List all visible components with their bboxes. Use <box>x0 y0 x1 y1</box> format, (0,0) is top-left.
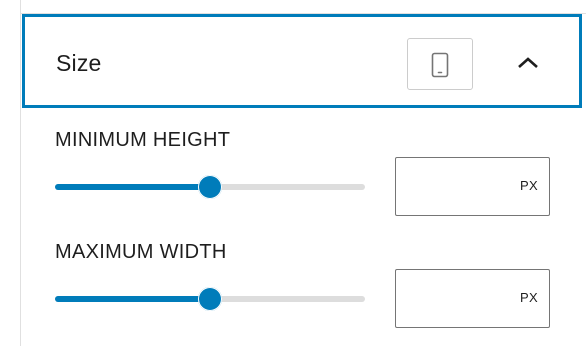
previous-panel-edge <box>21 0 586 14</box>
minimum-height-input[interactable] <box>404 158 504 215</box>
block-settings-panel: Size MINIMUM HEIGHT PX MAXIMUM WIDTH PX <box>0 0 586 346</box>
slider-track <box>55 296 210 302</box>
maximum-width-label: MAXIMUM WIDTH <box>55 241 227 263</box>
minimum-height-field[interactable]: PX <box>395 157 550 216</box>
maximum-width-field[interactable]: PX <box>395 269 550 328</box>
panel-title: Size <box>56 50 102 76</box>
maximum-width-unit: PX <box>520 290 538 305</box>
slider-thumb[interactable] <box>198 287 222 311</box>
minimum-height-unit: PX <box>520 178 538 193</box>
slider-track <box>55 184 210 190</box>
minimum-height-label: MINIMUM HEIGHT <box>55 129 231 151</box>
responsive-device-button[interactable] <box>407 38 473 90</box>
mobile-device-icon <box>431 52 449 78</box>
slider-thumb[interactable] <box>198 175 222 199</box>
chevron-up-icon <box>518 57 538 68</box>
size-panel-header[interactable]: Size <box>22 14 582 108</box>
minimum-height-slider[interactable] <box>55 175 365 199</box>
collapse-panel-button[interactable] <box>511 47 545 81</box>
maximum-width-slider[interactable] <box>55 287 365 311</box>
maximum-width-input[interactable] <box>404 270 504 327</box>
